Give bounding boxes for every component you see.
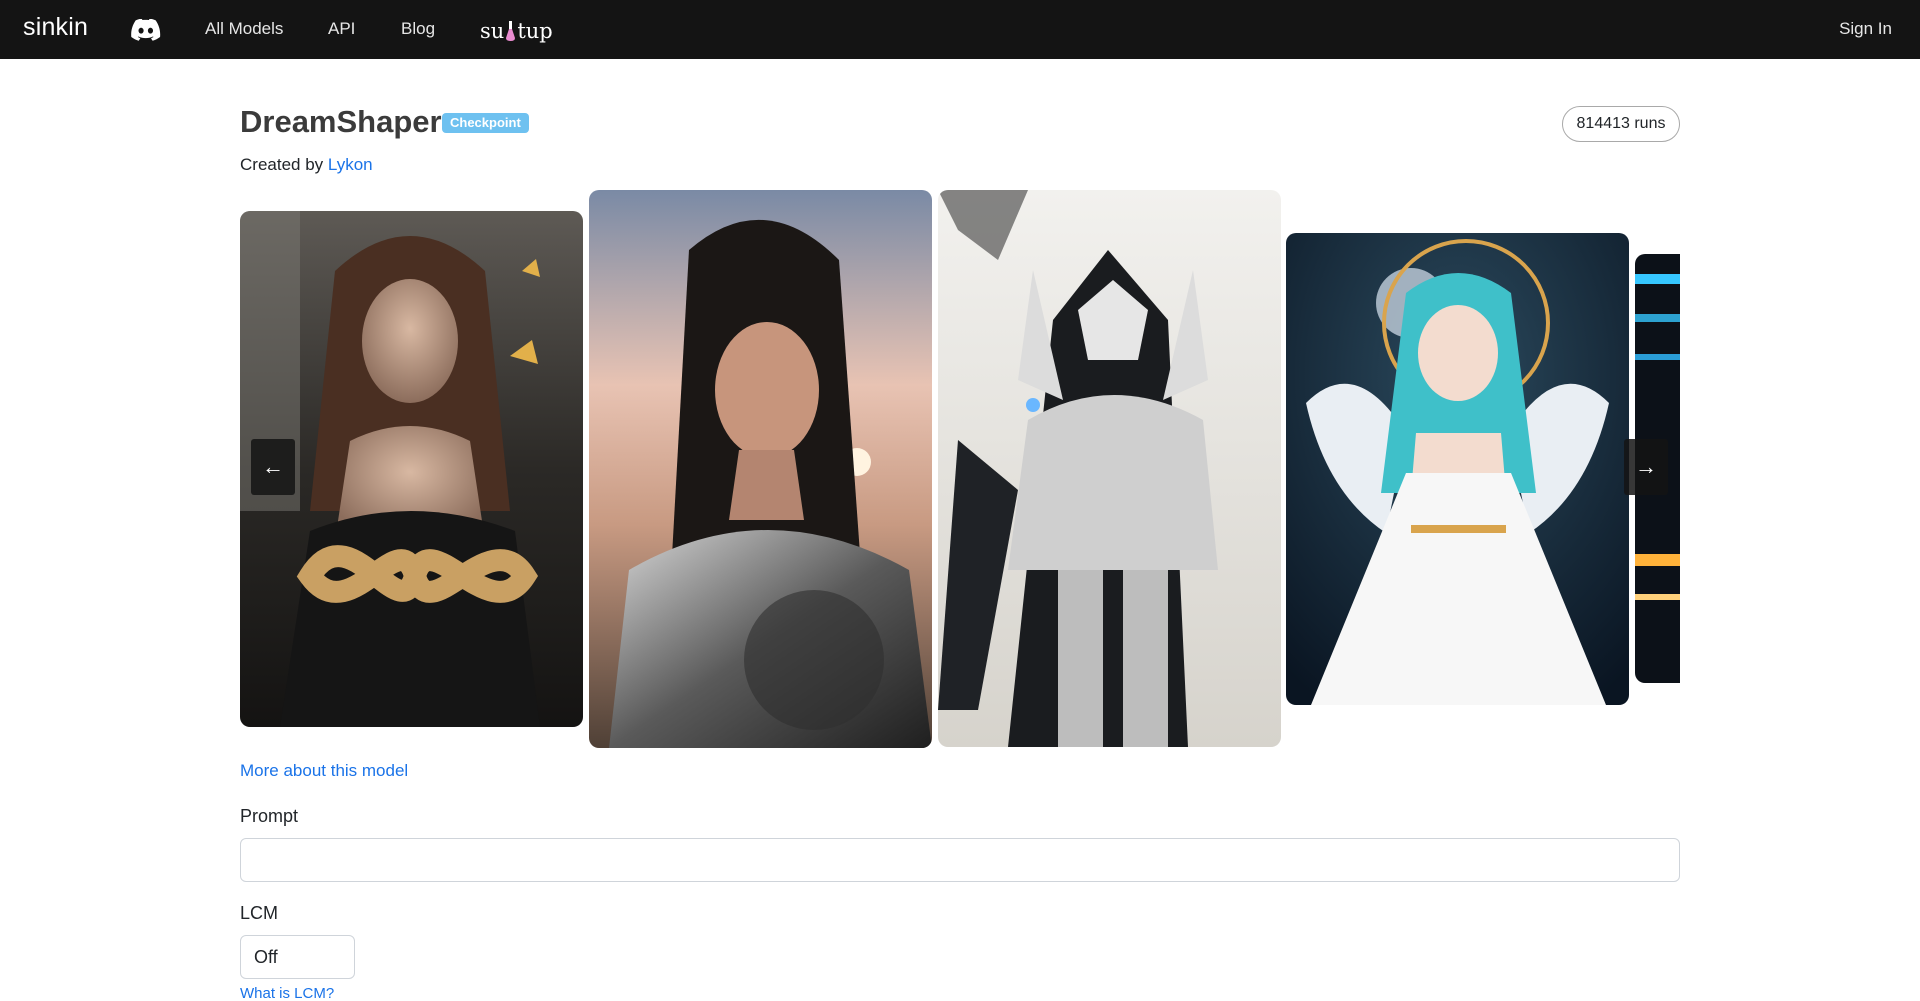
sutup-logo-text-left: su [480, 19, 505, 43]
carousel-prev-button[interactable]: ← [251, 439, 295, 495]
nav-blog[interactable]: Blog [401, 19, 435, 39]
created-by-line: Created by Lykon [240, 155, 373, 175]
flask-icon [505, 20, 516, 42]
more-about-model-link[interactable]: More about this model [240, 761, 408, 781]
top-navbar: sinkin All Models API Blog su tup Sign I… [0, 0, 1920, 59]
image-carousel: ← → [240, 180, 1680, 760]
author-link[interactable]: Lykon [328, 155, 373, 174]
gallery-image-4[interactable] [1286, 233, 1629, 705]
brand-logo[interactable]: sinkin [23, 13, 88, 42]
runs-count-pill: 814413 runs [1562, 106, 1680, 142]
nav-all-models[interactable]: All Models [205, 19, 283, 39]
nav-api[interactable]: API [328, 19, 355, 39]
checkpoint-badge: Checkpoint [442, 113, 529, 133]
lcm-label: LCM [240, 903, 279, 923]
created-by-label: Created by [240, 155, 324, 174]
model-title: DreamShaper [240, 104, 442, 139]
gallery-image-3[interactable] [938, 190, 1281, 747]
sutup-logo[interactable]: su tup [480, 17, 553, 45]
carousel-next-button[interactable]: → [1624, 439, 1668, 495]
sign-in-link[interactable]: Sign In [1839, 19, 1892, 39]
prompt-label: Prompt [240, 806, 299, 826]
gallery-image-2[interactable] [589, 190, 932, 748]
discord-icon[interactable] [131, 18, 161, 41]
lcm-select[interactable]: Off [240, 935, 355, 979]
prompt-input[interactable] [240, 838, 1680, 882]
sutup-logo-text-right: tup [517, 19, 553, 43]
what-is-lcm-link[interactable]: What is LCM? [240, 985, 334, 1001]
